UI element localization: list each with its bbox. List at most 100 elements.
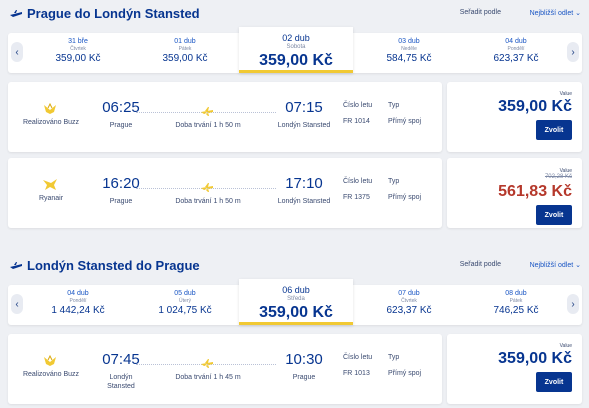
chevron-left-icon[interactable]: ‹ <box>11 294 23 314</box>
flight-type-label: Typ <box>388 354 400 361</box>
weekday-label: Středa <box>287 296 305 302</box>
fare-type: Value <box>559 343 572 349</box>
chevron-right-icon[interactable]: › <box>567 42 579 62</box>
flight-number: FR 1013 <box>343 370 370 377</box>
departure-time: 16:20 <box>102 175 140 192</box>
operator-label: Ryanair <box>38 195 64 202</box>
arrival-city: Londýn Stansted <box>277 198 331 205</box>
flight-type-label: Typ <box>388 178 400 185</box>
inbound-header: Londýn Stansted do Prague Seřadit podle … <box>0 252 589 282</box>
plane-icon <box>10 10 22 17</box>
sort-dropdown[interactable]: Nejbližší odlet ⌄ <box>530 9 581 17</box>
flight-type-label: Typ <box>388 102 400 109</box>
date-tab[interactable]: 03 dub Neděle 584,75 Kč <box>354 33 464 73</box>
flight-card[interactable]: Realizováno Buzz 07:45 Londýn Stansted D… <box>8 334 442 404</box>
inbound-title: Londýn Stansted do Prague <box>27 258 200 273</box>
arrival-city: Londýn Stansted <box>277 122 331 129</box>
date-tab[interactable]: 04 dub Pondělí 623,37 Kč <box>466 33 566 73</box>
date-tab[interactable]: 08 dub Pátek 746,25 Kč <box>466 285 566 325</box>
select-button[interactable]: Zvolit <box>536 372 572 392</box>
date-price: 746,25 Kč <box>493 305 539 316</box>
weekday-label: Čtvrtek <box>70 46 86 52</box>
weekday-label: Pondělí <box>69 298 87 304</box>
arrival-time: 17:10 <box>285 175 323 192</box>
flight-price: 359,00 Kč <box>498 98 572 115</box>
date-label: 02 dub <box>282 33 310 43</box>
weekday-label: Pátek <box>509 298 523 304</box>
date-label: 08 dub <box>505 290 527 297</box>
date-price: 584,75 Kč <box>386 53 432 64</box>
date-label: 04 dub <box>67 290 89 297</box>
date-tab[interactable]: 31 bře Čtvrtek 359,00 Kč <box>28 33 128 73</box>
sort-dropdown-value: Nejbližší odlet <box>529 262 574 269</box>
date-tab-selected[interactable]: 06 dub Středa 359,00 Kč <box>239 279 353 325</box>
date-tab[interactable]: 05 dub Úterý 1 024,75 Kč <box>130 285 240 325</box>
weekday-label: Pondělí <box>507 46 525 52</box>
date-tab[interactable]: 04 dub Pondělí 1 442,24 Kč <box>28 285 128 325</box>
date-tab-selected[interactable]: 02 dub Sobota 359,00 Kč <box>239 27 353 73</box>
date-label: 31 bře <box>68 38 88 45</box>
flight-type: Přímý spoj <box>388 118 422 125</box>
date-price: 359,00 Kč <box>259 52 333 69</box>
flight-price: 561,83 Kč <box>498 183 572 200</box>
date-label: 04 dub <box>505 38 527 45</box>
flight-number: FR 1014 <box>343 118 370 125</box>
date-label: 03 dub <box>398 38 420 45</box>
select-button[interactable]: Zvolit <box>536 120 572 140</box>
date-tab[interactable]: 07 dub Čtvrtek 623,37 Kč <box>354 285 464 325</box>
weekday-label: Sobota <box>286 44 306 50</box>
flight-card[interactable]: Ryanair 16:20 Prague Doba trvání 1 h 50 … <box>8 158 442 228</box>
departure-city: Prague <box>109 122 133 129</box>
date-label: 05 dub <box>174 290 196 297</box>
outbound-header: Prague do Londýn Stansted Seřadit podle … <box>0 0 589 30</box>
plane-icon <box>201 359 213 368</box>
sort-label: Seřadit podle <box>459 9 501 16</box>
departure-city: Prague <box>109 198 133 205</box>
plane-icon <box>10 262 22 269</box>
flight-duration: Doba trvání 1 h 50 m <box>175 122 241 129</box>
price-panel: Value 359,00 Kč Zvolit <box>447 82 582 152</box>
select-button[interactable]: Zvolit <box>536 205 572 225</box>
weekday-label: Neděle <box>401 46 417 52</box>
departure-time: 06:25 <box>102 99 140 116</box>
plane-icon <box>201 107 213 116</box>
flight-number-label: Číslo letu <box>343 354 373 361</box>
outbound-date-strip: ‹ 31 bře Čtvrtek 359,00 Kč 01 dub Pátek … <box>8 27 582 73</box>
sort-dropdown-value: Nejbližší odlet <box>529 10 574 17</box>
weekday-label: Úterý <box>179 298 191 304</box>
flight-card[interactable]: Realizováno Buzz 06:25 Prague Doba trván… <box>8 82 442 152</box>
date-price: 1 024,75 Kč <box>158 305 212 316</box>
fare-type: Value <box>559 91 572 97</box>
date-price: 359,00 Kč <box>55 53 101 64</box>
date-price: 623,37 Kč <box>493 53 539 64</box>
departure-city: Londýn Stansted <box>107 374 135 390</box>
chevron-right-icon[interactable]: › <box>567 294 579 314</box>
sort-dropdown[interactable]: Nejbližší odlet ⌄ <box>530 261 581 269</box>
price-panel: Value 359,00 Kč Zvolit <box>447 334 582 404</box>
flight-duration: Doba trvání 1 h 50 m <box>175 198 241 205</box>
arrival-time: 07:15 <box>285 99 323 116</box>
arrival-time: 10:30 <box>285 351 323 368</box>
flight-type: Přímý spoj <box>388 370 422 377</box>
chevron-down-icon: ⌄ <box>575 10 581 17</box>
flight-number: FR 1375 <box>343 194 370 201</box>
chevron-left-icon[interactable]: ‹ <box>11 42 23 62</box>
arrival-city: Prague <box>292 374 316 381</box>
flight-price: 359,00 Kč <box>498 350 572 367</box>
buzz-logo-icon <box>44 354 56 366</box>
date-tab[interactable]: 01 dub Pátek 359,00 Kč <box>130 33 240 73</box>
ryanair-harp-icon <box>43 179 57 190</box>
price-panel: Value 702,28 Kč 561,83 Kč Zvolit <box>447 158 582 228</box>
inbound-date-strip: ‹ 04 dub Pondělí 1 442,24 Kč 05 dub Úter… <box>8 279 582 325</box>
operator-label: Realizováno Buzz <box>22 371 80 378</box>
buzz-logo-icon <box>44 102 56 114</box>
operator-label: Realizováno Buzz <box>22 119 80 126</box>
date-label: 07 dub <box>398 290 420 297</box>
flight-type: Přímý spoj <box>388 194 422 201</box>
chevron-down-icon: ⌄ <box>575 262 581 269</box>
outbound-title: Prague do Londýn Stansted <box>27 6 200 21</box>
flight-number-label: Číslo letu <box>343 102 373 109</box>
date-price: 359,00 Kč <box>162 53 208 64</box>
date-label: 01 dub <box>174 38 196 45</box>
weekday-label: Pátek <box>178 46 192 52</box>
